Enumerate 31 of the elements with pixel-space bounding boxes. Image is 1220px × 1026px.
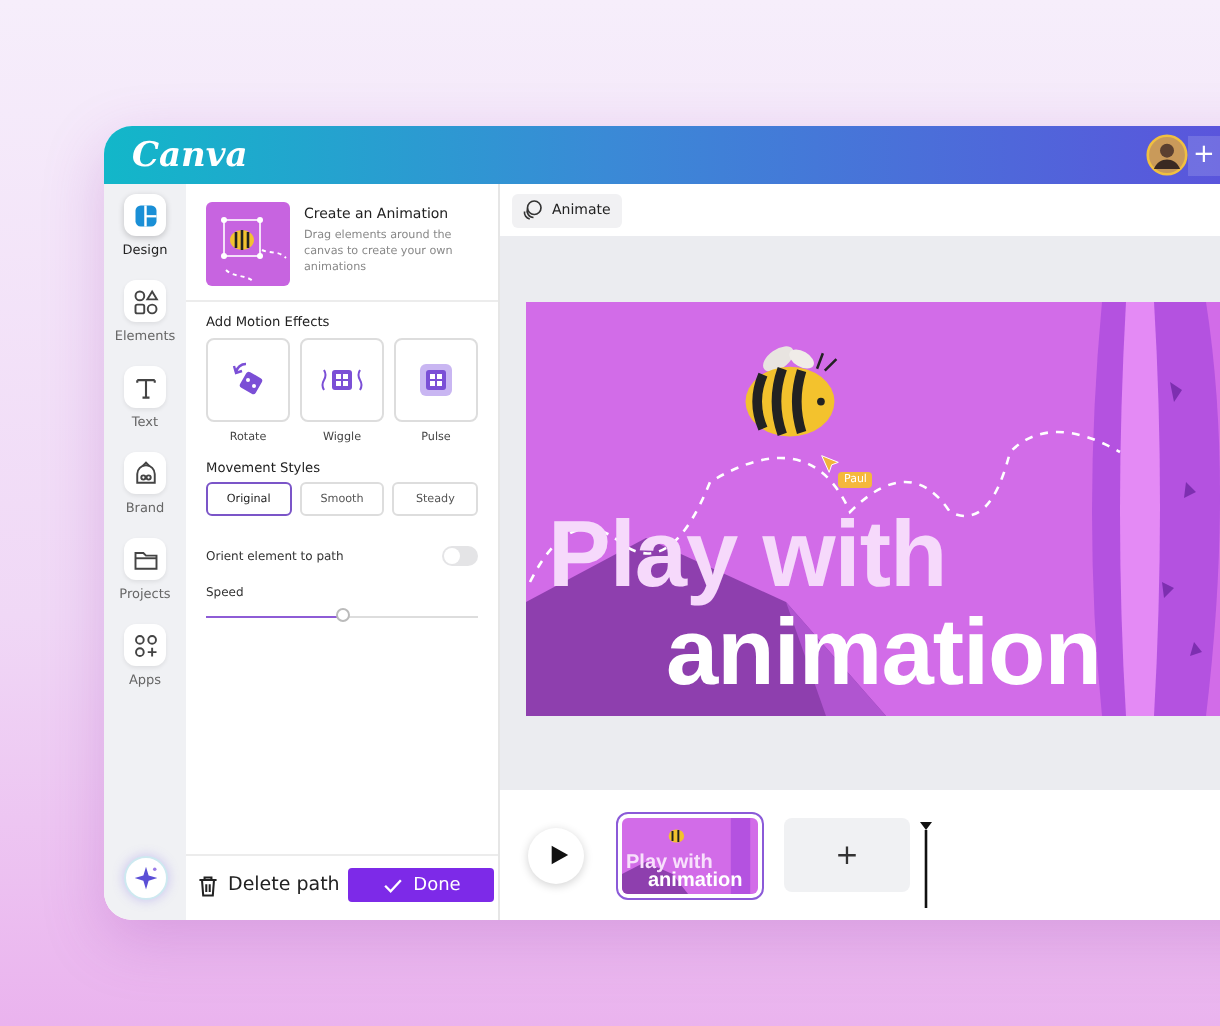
delete-path-button[interactable]: Delete path (196, 873, 340, 897)
effect-tile[interactable] (206, 338, 290, 422)
sparkle-icon (131, 864, 159, 892)
add-page-button[interactable]: + (784, 818, 910, 892)
design-icon (131, 201, 159, 229)
wiggle-icon (318, 366, 366, 394)
magic-button[interactable] (123, 856, 167, 900)
rotate-icon (228, 360, 268, 400)
thumbnail-artwork (622, 817, 758, 893)
effect-tile[interactable] (300, 338, 384, 422)
text-icon (131, 373, 159, 401)
effect-tile[interactable] (394, 338, 478, 422)
brand-icon (131, 459, 159, 487)
add-button[interactable]: + (1188, 135, 1220, 175)
avatar-icon[interactable] (1146, 134, 1188, 176)
page-thumbnail[interactable]: Play with animation (618, 813, 762, 897)
animate-icon (520, 198, 544, 222)
play-button[interactable] (528, 827, 584, 883)
check-icon (381, 874, 404, 896)
headline-text: animation (666, 604, 1101, 698)
shapes-icon (131, 287, 159, 315)
cursor-icon (820, 454, 840, 474)
play-icon (547, 844, 569, 866)
toggle-switch[interactable] (442, 546, 478, 566)
trash-icon (196, 873, 220, 897)
apps-icon (131, 631, 159, 659)
done-button[interactable]: Done (348, 868, 494, 902)
pulse-icon (418, 362, 454, 398)
animation-thumbnail (206, 202, 290, 286)
playhead[interactable] (918, 819, 934, 907)
speed-slider[interactable] (206, 606, 478, 626)
